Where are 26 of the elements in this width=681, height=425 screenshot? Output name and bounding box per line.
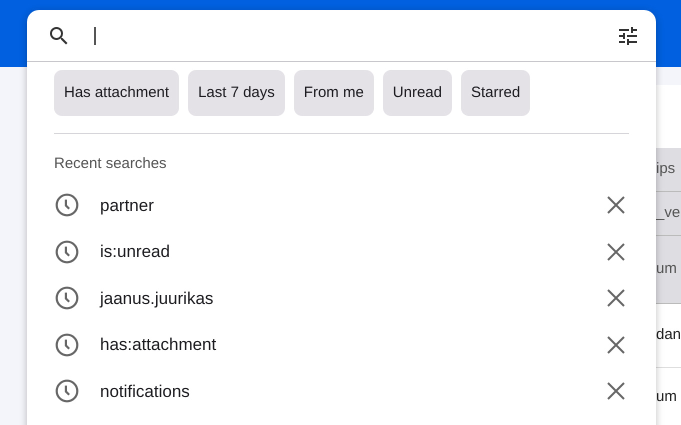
clock-icon	[54, 238, 80, 265]
filter-chip[interactable]: Last 7 days	[188, 70, 285, 116]
close-icon[interactable]	[606, 195, 626, 216]
close-icon[interactable]	[606, 288, 626, 308]
close-icon[interactable]	[606, 381, 626, 402]
clock-icon	[54, 332, 80, 358]
recent-search-item[interactable]: is:unread	[100, 239, 606, 264]
clock-icon	[54, 192, 80, 218]
recent-search-item[interactable]: partner	[100, 192, 606, 218]
filter-chip[interactable]: From me	[294, 70, 374, 116]
filter-chip[interactable]: Unread	[382, 70, 452, 116]
table-cell-text: um	[655, 387, 677, 408]
table-cell-text: dan	[655, 325, 681, 346]
section-heading: Recent searches	[54, 155, 168, 173]
table-cell-text: um	[655, 259, 677, 280]
table-cell-text: _ve	[655, 203, 680, 224]
clock-icon	[54, 285, 80, 312]
filter-chip[interactable]: Starred	[460, 70, 530, 116]
filter-chip[interactable]: Has attachment	[54, 70, 180, 116]
close-icon[interactable]	[606, 334, 626, 355]
table-cell-text: ips	[655, 159, 676, 180]
recent-search-item[interactable]: notifications	[100, 378, 606, 404]
clock-icon	[54, 378, 80, 404]
recent-search-item[interactable]: jaanus.juurikas	[100, 286, 606, 311]
recent-search-item[interactable]: has:attachment	[100, 332, 606, 358]
close-icon[interactable]	[606, 242, 626, 262]
